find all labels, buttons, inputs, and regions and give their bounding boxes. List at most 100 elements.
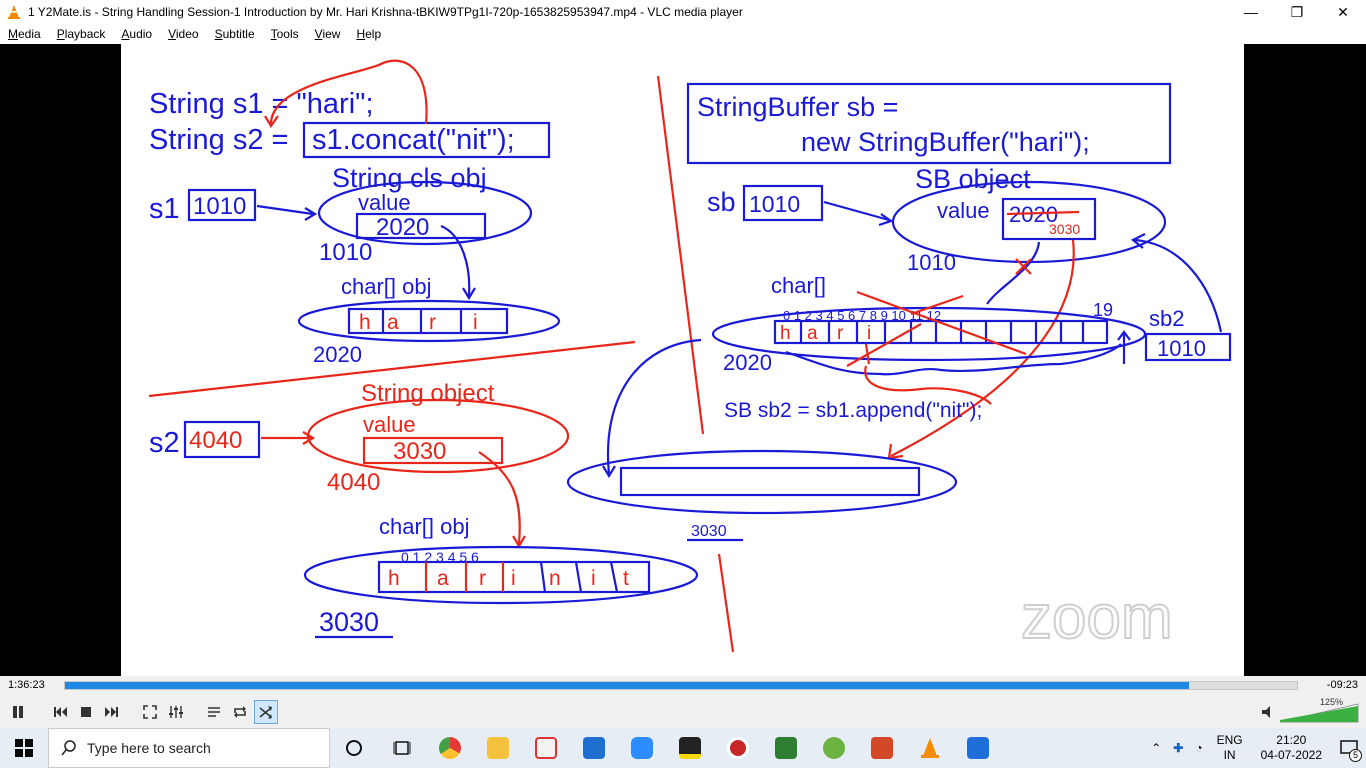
- vlc-taskbar-button[interactable]: [906, 728, 954, 768]
- sb-addr-1010: 1010: [907, 250, 956, 275]
- stop-button[interactable]: [74, 700, 98, 724]
- sb-code-line-2: new StringBuffer("hari");: [801, 127, 1090, 157]
- taskview-button[interactable]: [378, 728, 426, 768]
- photos-icon: [967, 737, 989, 759]
- next-button[interactable]: [100, 700, 124, 724]
- wifi-icon[interactable]: ◔: [1195, 741, 1202, 755]
- shuffle-button[interactable]: [254, 700, 278, 724]
- sb-label: sb: [707, 187, 736, 217]
- menu-bar: Media Playback Audio Video Subtitle Tool…: [0, 24, 1366, 44]
- sb-ref: 1010: [749, 191, 800, 217]
- addr-1010: 1010: [319, 239, 372, 266]
- char-a-1: a: [387, 311, 399, 334]
- recorder-taskbar-button[interactable]: [714, 728, 762, 768]
- taskbar-search[interactable]: Type here to search: [48, 728, 330, 768]
- string-cls-obj-label: String cls obj: [332, 163, 487, 193]
- char-obj-label-2: char[] obj: [379, 514, 470, 539]
- start-button[interactable]: [0, 728, 48, 768]
- char-r-2: r: [479, 567, 486, 590]
- cortana-icon: [346, 740, 362, 756]
- zoom-icon: [631, 737, 653, 759]
- notification-button[interactable]: 5: [1332, 728, 1366, 768]
- task-view-button[interactable]: [330, 728, 378, 768]
- windows-icon: [15, 739, 33, 757]
- menu-subtitle[interactable]: Subtitle: [207, 27, 263, 41]
- playlist-button[interactable]: [202, 700, 226, 724]
- chrome-icon: [439, 737, 461, 759]
- new-obj-addr-3030: 3030: [691, 523, 727, 540]
- zoom-watermark: zoom: [1021, 583, 1173, 652]
- value-label-1: value: [358, 190, 411, 215]
- fullscreen-button[interactable]: [138, 700, 162, 724]
- chrome-taskbar-button[interactable]: [426, 728, 474, 768]
- vlc-cone-icon: [8, 5, 20, 19]
- search-placeholder: Type here to search: [87, 740, 211, 756]
- stop-icon: [81, 707, 91, 717]
- sticky-notes-taskbar-button[interactable]: [666, 728, 714, 768]
- explorer-taskbar-button[interactable]: [474, 728, 522, 768]
- language-indicator[interactable]: ENG IN: [1217, 733, 1243, 763]
- extended-settings-button[interactable]: [164, 700, 188, 724]
- previous-button[interactable]: [48, 700, 72, 724]
- whiteboard-drawing: String s1 = "hari"; String s2 = s1.conca…: [148, 59, 1232, 653]
- next-icon: [105, 707, 118, 717]
- store-taskbar-button[interactable]: [570, 728, 618, 768]
- menu-view[interactable]: View: [307, 27, 349, 41]
- addr-3030: 3030: [319, 607, 379, 637]
- scissors-icon: [535, 737, 557, 759]
- menu-audio[interactable]: Audio: [113, 27, 160, 41]
- value-2020: 2020: [376, 214, 429, 241]
- folder-icon: [487, 737, 509, 759]
- clock-date: 04-07-2022: [1260, 748, 1322, 762]
- excel-taskbar-button[interactable]: [762, 728, 810, 768]
- sb-char-i: i: [867, 323, 871, 344]
- photos-taskbar-button[interactable]: [954, 728, 1002, 768]
- zoom-taskbar-button[interactable]: [618, 728, 666, 768]
- menu-help[interactable]: Help: [348, 27, 389, 41]
- taskbar: Type here to search ⌃ ✚ ◔ ENG IN 21:20 0…: [0, 728, 1366, 768]
- playlist-icon: [208, 707, 220, 717]
- menu-playback[interactable]: Playback: [49, 27, 114, 41]
- volume-icon: [1262, 703, 1359, 723]
- plus-icon[interactable]: ✚: [1173, 741, 1183, 755]
- close-button[interactable]: ✕: [1320, 0, 1366, 24]
- equalizer-icon: [169, 706, 183, 718]
- window-title: 1 Y2Mate.is - String Handling Session-1 …: [28, 5, 743, 19]
- addr-4040: 4040: [327, 469, 380, 496]
- powerpoint-taskbar-button[interactable]: [858, 728, 906, 768]
- sb-char-r: r: [837, 323, 844, 344]
- minimize-button[interactable]: —: [1228, 0, 1274, 24]
- s1-ref: 1010: [193, 193, 246, 220]
- spring-taskbar-button[interactable]: [810, 728, 858, 768]
- menu-tools[interactable]: Tools: [263, 27, 307, 41]
- code-line-2a: String s2 =: [149, 124, 288, 156]
- char-n-2: n: [549, 567, 561, 590]
- sb2-label: sb2: [1149, 306, 1184, 331]
- pause-icon: [13, 706, 23, 718]
- title-bar: 1 Y2Mate.is - String Handling Session-1 …: [0, 0, 1366, 24]
- remaining-time[interactable]: -09:23: [1327, 679, 1358, 691]
- lang-bottom: IN: [1223, 748, 1236, 762]
- addr-2020: 2020: [313, 342, 362, 367]
- notification-count: 5: [1349, 749, 1362, 762]
- maximize-button[interactable]: ❐: [1274, 0, 1320, 24]
- lang-top: ENG: [1216, 733, 1243, 747]
- snipping-taskbar-button[interactable]: [522, 728, 570, 768]
- search-icon: [61, 740, 76, 756]
- clock[interactable]: 21:20 04-07-2022: [1261, 733, 1322, 763]
- sb-value-3030: 3030: [1049, 221, 1080, 237]
- chevron-up-icon[interactable]: ⌃: [1151, 741, 1161, 755]
- menu-media[interactable]: Media: [0, 27, 49, 41]
- char-i-2: i: [511, 567, 516, 590]
- seek-bar[interactable]: [64, 681, 1298, 690]
- store-icon: [583, 737, 605, 759]
- pause-button[interactable]: [6, 700, 30, 724]
- sb-char-h: h: [780, 323, 791, 344]
- loop-button[interactable]: [228, 700, 252, 724]
- sb-value-label: value: [937, 198, 990, 223]
- value-3030: 3030: [393, 438, 446, 465]
- menu-video[interactable]: Video: [160, 27, 206, 41]
- volume-control[interactable]: 125%: [1260, 697, 1360, 724]
- s1-label: s1: [149, 193, 180, 225]
- char-r-1: r: [429, 311, 436, 334]
